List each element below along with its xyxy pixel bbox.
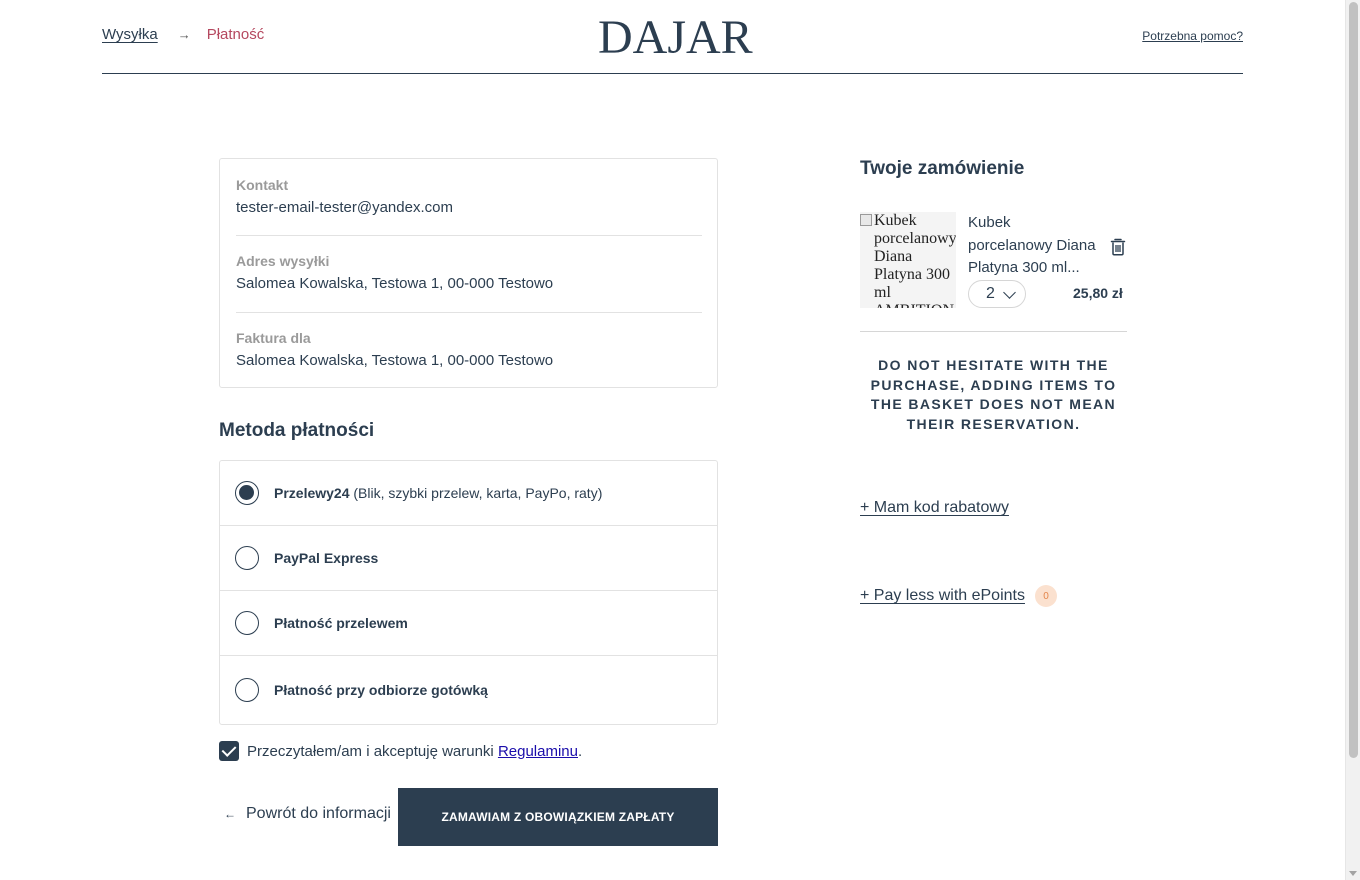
back-to-information-link[interactable]: ← Powrót do informacji (224, 805, 391, 823)
payment-method-title: Metoda płatności (219, 420, 375, 441)
payment-option-przelewy24[interactable]: Przelewy24 (Blik, szybki przelew, karta,… (220, 461, 717, 526)
payment-option-cash-on-delivery[interactable]: Płatność przy odbiorze gotówką (220, 656, 717, 724)
order-details-summary: Kontakt tester-email-tester@yandex.com A… (219, 158, 718, 388)
contact-section: Kontakt tester-email-tester@yandex.com (236, 177, 702, 216)
terms-link[interactable]: Regulaminu (498, 743, 578, 760)
divider (236, 235, 702, 236)
terms-checkbox[interactable] (219, 741, 239, 761)
radio-button[interactable] (235, 546, 259, 570)
payment-option-label: Płatność przy odbiorze gotówką (274, 682, 488, 698)
terms-text: Przeczytałem/am i akceptuję warunki (247, 742, 498, 760)
radio-button[interactable] (235, 678, 259, 702)
payment-option-label: Przelewy24 (Blik, szybki przelew, karta,… (274, 485, 602, 501)
invoice-label: Faktura dla (236, 330, 311, 346)
payment-option-bank-transfer[interactable]: Płatność przelewem (220, 591, 717, 656)
divider (860, 331, 1127, 332)
quantity-select[interactable]: 2 (968, 280, 1026, 308)
help-link[interactable]: Potrzebna pomoc? (1142, 29, 1243, 43)
shipping-label: Adres wysyłki (236, 253, 330, 269)
arrow-right-icon: → (177, 27, 191, 42)
back-label: Powrót do informacji (246, 805, 391, 822)
epoints-section: + Pay less with ePoints 0 (860, 585, 1057, 607)
chevron-down-icon (1003, 286, 1016, 299)
invoice-value: Salomea Kowalska, Testowa 1, 00-000 Test… (236, 352, 554, 369)
contact-value: tester-email-tester@yandex.com (236, 199, 453, 216)
order-summary-title: Twoje zamówienie (860, 158, 1025, 179)
breadcrumb: Wysyłka → Płatność (102, 26, 264, 43)
terms-acceptance: Przeczytałem/am i akceptuję warunki Regu… (219, 741, 582, 761)
payment-option-paypal[interactable]: PayPal Express (220, 526, 717, 591)
divider (236, 312, 702, 313)
shipping-section: Adres wysyłki Salomea Kowalska, Testowa … (236, 253, 702, 292)
arrow-left-icon: ← (224, 807, 236, 821)
radio-button-selected[interactable] (235, 481, 259, 505)
payment-methods-list: Przelewy24 (Blik, szybki przelew, karta,… (219, 460, 718, 725)
place-order-button[interactable]: ZAMAWIAM Z OBOWIĄZKIEM ZAPŁATY (398, 788, 718, 846)
breadcrumb-shipping-link[interactable]: Wysyłka (102, 26, 158, 43)
product-image-alt-text: Kubek porcelanowy Diana Platyna 300 ml A… (874, 212, 956, 308)
invoice-section: Faktura dla Salomea Kowalska, Testowa 1,… (236, 330, 702, 369)
product-name[interactable]: Kubek porcelanowy Diana Platyna 300 ml..… (968, 212, 1096, 280)
dajar-logo[interactable]: DAJAR (598, 10, 753, 65)
radio-button[interactable] (235, 611, 259, 635)
terms-period: . (577, 742, 583, 760)
payment-option-details: (Blik, szybki przelew, karta, PayPo, rat… (349, 485, 603, 501)
reservation-notice: DO NOT HESITATE WITH THE PURCHASE, ADDIN… (870, 357, 1117, 432)
product-image: Kubek porcelanowy Diana Platyna 300 ml A… (860, 212, 956, 308)
scrollbar[interactable] (1345, 0, 1360, 880)
payment-option-name: Przelewy24 (274, 485, 350, 501)
scrollbar-thumb[interactable] (1349, 2, 1358, 758)
trash-icon[interactable] (1110, 238, 1126, 256)
broken-image-icon (860, 214, 872, 226)
discount-code-link[interactable]: + Mam kod rabatowy (860, 499, 1009, 517)
product-price: 25,80 zł (1073, 285, 1123, 301)
contact-label: Kontakt (236, 177, 289, 193)
breadcrumb-payment-current: Płatność (206, 26, 265, 43)
quantity-value: 2 (986, 285, 995, 302)
shipping-value: Salomea Kowalska, Testowa 1, 00-000 Test… (236, 275, 554, 292)
epoints-link[interactable]: + Pay less with ePoints (860, 587, 1025, 605)
payment-option-label: PayPal Express (274, 550, 379, 566)
epoints-count-badge: 0 (1034, 585, 1057, 607)
scroll-down-icon[interactable] (1349, 871, 1357, 876)
page-header: Wysyłka → Płatność DAJAR Potrzebna pomoc… (102, 0, 1243, 74)
payment-option-label: Płatność przelewem (274, 615, 408, 631)
